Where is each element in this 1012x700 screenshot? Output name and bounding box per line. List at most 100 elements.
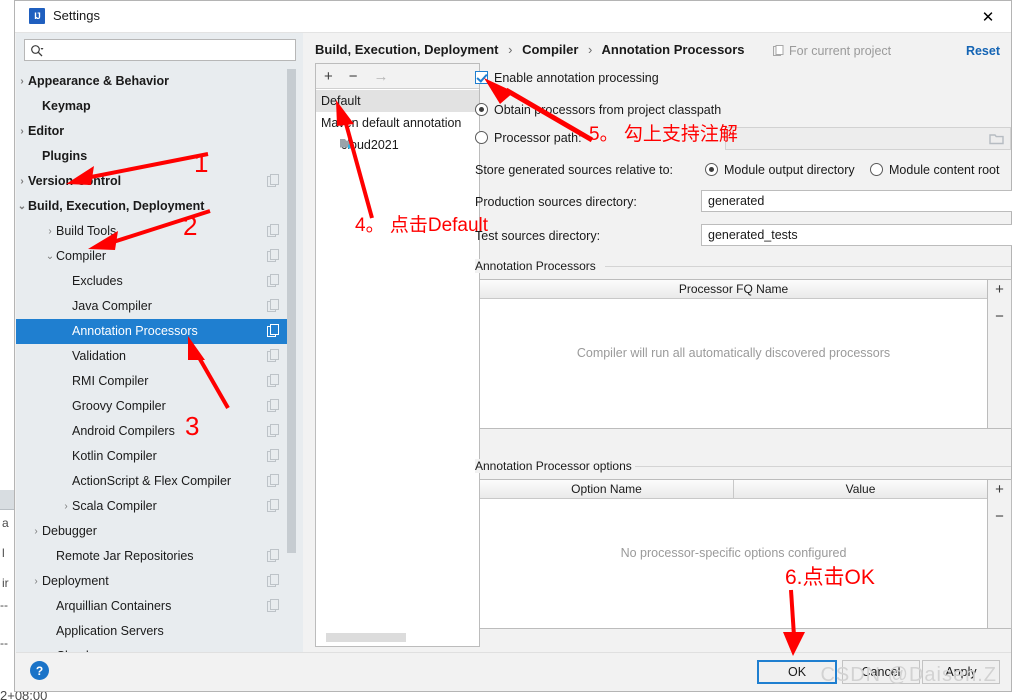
profiles-hscrollbar[interactable] bbox=[326, 633, 406, 642]
obtain-from-classpath-radio[interactable] bbox=[475, 103, 488, 116]
options-table[interactable]: Option Name Value No processor-specific … bbox=[479, 479, 988, 629]
background-text-5: -- bbox=[0, 636, 8, 650]
search-input[interactable] bbox=[49, 42, 289, 59]
sidebar-item-validation[interactable]: Validation bbox=[16, 344, 296, 369]
processor-path-input[interactable] bbox=[725, 127, 1011, 150]
sidebar-item-android-compilers[interactable]: Android Compilers bbox=[16, 419, 296, 444]
sidebar-item-debugger[interactable]: › Debugger bbox=[16, 519, 296, 544]
profile-item-default[interactable]: Default bbox=[316, 90, 479, 112]
chevron-right-icon[interactable]: › bbox=[16, 169, 28, 194]
sidebar-item-application-servers[interactable]: Application Servers bbox=[16, 619, 296, 644]
processor-path-radio[interactable] bbox=[475, 131, 488, 144]
option-value-column-header: Value bbox=[845, 482, 876, 496]
move-profile-button[interactable]: → bbox=[374, 69, 389, 84]
copy-icon[interactable] bbox=[267, 549, 280, 562]
copy-icon[interactable] bbox=[267, 449, 280, 462]
obtain-from-classpath-label: Obtain processors from project classpath bbox=[494, 103, 722, 117]
chevron-right-icon[interactable]: › bbox=[16, 119, 28, 144]
sidebar-item-scala-compiler[interactable]: › Scala Compiler bbox=[16, 494, 296, 519]
sidebar-item-groovy-compiler[interactable]: Groovy Compiler bbox=[16, 394, 296, 419]
sidebar-item-label: Arquillian Containers bbox=[56, 599, 172, 613]
sidebar-item-label: Editor bbox=[28, 124, 65, 138]
sidebar-item-deployment[interactable]: › Deployment bbox=[16, 569, 296, 594]
processors-empty-message: Compiler will run all automatically disc… bbox=[576, 346, 891, 360]
store-module-output-row[interactable]: Module output directory bbox=[705, 163, 855, 177]
copy-icon[interactable] bbox=[267, 249, 280, 262]
reset-link[interactable]: Reset bbox=[966, 44, 1000, 58]
help-icon[interactable]: ? bbox=[30, 661, 49, 680]
chevron-right-icon[interactable]: › bbox=[16, 69, 28, 94]
sidebar-scrollbar[interactable] bbox=[287, 69, 296, 651]
sidebar-item-build-tools[interactable]: › Build Tools bbox=[16, 219, 296, 244]
close-icon[interactable]: ✕ bbox=[965, 1, 1011, 32]
breadcrumb-item-1[interactable]: Compiler bbox=[522, 42, 578, 57]
add-processor-button[interactable]: + bbox=[995, 281, 1004, 299]
copy-icon[interactable] bbox=[267, 224, 280, 237]
chevron-down-icon[interactable]: ⌄ bbox=[44, 244, 56, 269]
chevron-right-icon[interactable]: › bbox=[30, 569, 42, 594]
sidebar-item-rmi-compiler[interactable]: RMI Compiler bbox=[16, 369, 296, 394]
remove-processor-button[interactable]: − bbox=[995, 308, 1004, 326]
copy-icon[interactable] bbox=[267, 174, 280, 187]
store-module-output-radio[interactable] bbox=[705, 163, 718, 176]
sidebar-item-actionscript-flex-compiler[interactable]: ActionScript & Flex Compiler bbox=[16, 469, 296, 494]
remove-option-button[interactable]: − bbox=[995, 508, 1004, 526]
copy-icon[interactable] bbox=[267, 299, 280, 312]
sidebar-item-java-compiler[interactable]: Java Compiler bbox=[16, 294, 296, 319]
sidebar-item-arquillian-containers[interactable]: Arquillian Containers bbox=[16, 594, 296, 619]
chevron-right-icon[interactable]: › bbox=[30, 519, 42, 544]
options-table-buttons: + − bbox=[988, 479, 1012, 629]
sidebar-item-build-execution-deployment[interactable]: ⌄ Build, Execution, Deployment bbox=[16, 194, 296, 219]
sidebar-item-label: Plugins bbox=[42, 149, 88, 163]
store-module-content-radio[interactable] bbox=[870, 163, 883, 176]
processors-table[interactable]: Processor FQ Name Compiler will run all … bbox=[479, 279, 988, 429]
sidebar-scrollbar-thumb[interactable] bbox=[287, 69, 296, 553]
sidebar-item-excludes[interactable]: Excludes bbox=[16, 269, 296, 294]
sidebar-item-version-control[interactable]: › Version Control bbox=[16, 169, 296, 194]
obtain-from-classpath-row[interactable]: Obtain processors from project classpath bbox=[475, 103, 721, 117]
sidebar-item-keymap[interactable]: Keymap bbox=[16, 94, 296, 119]
watermark: CSDN @Daisen.Z bbox=[820, 664, 997, 686]
processor-path-row[interactable]: Processor path: bbox=[475, 131, 582, 145]
copy-icon[interactable] bbox=[267, 374, 280, 387]
add-option-button[interactable]: + bbox=[995, 481, 1004, 499]
sidebar-item-appearance-behavior[interactable]: › Appearance & Behavior bbox=[16, 69, 296, 94]
sidebar-item-annotation-processors[interactable]: Annotation Processors bbox=[16, 319, 296, 344]
chevron-right-icon[interactable]: › bbox=[60, 494, 72, 519]
copy-icon[interactable] bbox=[267, 499, 280, 512]
sidebar-item-plugins[interactable]: Plugins bbox=[16, 144, 296, 169]
remove-profile-button[interactable]: − bbox=[349, 69, 358, 84]
copy-icon[interactable] bbox=[267, 274, 280, 287]
profile-item-maven-default-annotation[interactable]: Maven default annotation bbox=[316, 112, 479, 134]
enable-annotation-processing-checkbox[interactable] bbox=[475, 71, 488, 84]
copy-icon[interactable] bbox=[267, 574, 280, 587]
sidebar-item-compiler[interactable]: ⌄ Compiler bbox=[16, 244, 296, 269]
intellij-idea-icon: IJ bbox=[29, 8, 45, 24]
production-sources-input[interactable] bbox=[701, 190, 1012, 212]
store-module-content-row[interactable]: Module content root bbox=[870, 163, 1000, 177]
folder-icon[interactable] bbox=[989, 133, 1004, 145]
breadcrumb-item-0[interactable]: Build, Execution, Deployment bbox=[315, 42, 498, 57]
sidebar-item-remote-jar-repositories[interactable]: Remote Jar Repositories bbox=[16, 544, 296, 569]
search-box[interactable] bbox=[24, 39, 296, 61]
processor-path-label: Processor path: bbox=[494, 131, 582, 145]
enable-annotation-processing-row[interactable]: Enable annotation processing bbox=[475, 71, 659, 85]
copy-icon[interactable] bbox=[267, 349, 280, 362]
copy-icon[interactable] bbox=[267, 424, 280, 437]
profile-item-cloud2021[interactable]: cloud2021 bbox=[316, 134, 479, 156]
sidebar-item-kotlin-compiler[interactable]: Kotlin Compiler bbox=[16, 444, 296, 469]
copy-icon[interactable] bbox=[267, 399, 280, 412]
test-sources-input[interactable] bbox=[701, 224, 1012, 246]
store-module-output-label: Module output directory bbox=[724, 163, 855, 177]
background-text-3: ir bbox=[2, 576, 9, 590]
copy-icon[interactable] bbox=[267, 599, 280, 612]
settings-content: Build, Execution, Deployment › Compiler … bbox=[303, 33, 1012, 654]
chevron-right-icon[interactable]: › bbox=[44, 219, 56, 244]
profiles-toolbar: + − → bbox=[316, 64, 479, 89]
copy-icon[interactable] bbox=[267, 324, 280, 337]
sidebar-item-editor[interactable]: › Editor bbox=[16, 119, 296, 144]
add-profile-button[interactable]: + bbox=[324, 69, 333, 84]
chevron-down-icon[interactable]: ⌄ bbox=[16, 194, 28, 219]
settings-tree: › Appearance & Behavior Keymap › Editor Plugi… bbox=[16, 69, 296, 654]
copy-icon[interactable] bbox=[267, 474, 280, 487]
